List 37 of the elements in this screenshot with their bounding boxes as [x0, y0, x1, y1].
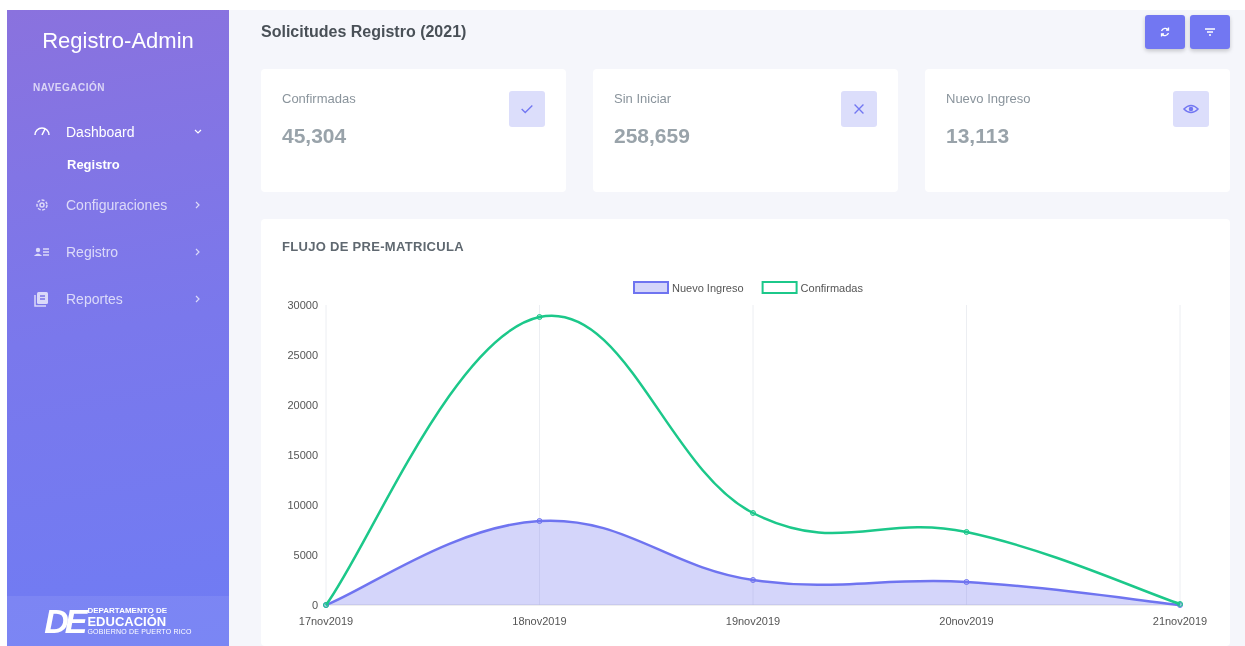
stat-label: Confirmadas: [282, 91, 357, 106]
stat-value: 45,304: [282, 124, 348, 148]
logo-text: EDUCACIÓN: [87, 615, 168, 628]
section-label: NAVEGACIÓN: [32, 80, 107, 95]
axis-tick-label: 21nov2019: [1152, 615, 1208, 627]
stat-label: Sin Iniciar: [614, 91, 673, 106]
logo-text: DEPARTAMENTO DE: [87, 607, 168, 615]
book-icon: [33, 289, 51, 308]
axis-tick-label: 30000: [287, 299, 318, 311]
nav-item[interactable]: Registro: [7, 228, 229, 275]
axis-tick-label: 19nov2019: [725, 615, 781, 627]
legend-swatch: [633, 281, 669, 294]
axis-tick-label: 20nov2019: [939, 615, 994, 627]
stat-value: 258,659: [614, 124, 691, 148]
nav-item[interactable]: Configuraciones: [7, 181, 229, 228]
nav-item[interactable]: Reportes: [7, 275, 229, 322]
refresh-icon: [1159, 26, 1171, 38]
legend-swatch: [761, 281, 798, 294]
axis-tick-label: 0: [311, 599, 318, 611]
axis-tick-label: 5000: [293, 549, 318, 561]
filter-icon: [1204, 27, 1216, 37]
brand-title: Registro-Admin: [41, 27, 195, 55]
legend-label: Confirmadas: [800, 282, 863, 294]
logo-mark: DE: [44, 604, 84, 638]
stat-value: 13,113: [946, 124, 1011, 148]
chart-title: FLUJO DE PRE-MATRICULA: [282, 239, 465, 254]
filter-button[interactable]: [1190, 15, 1230, 49]
refresh-button[interactable]: [1145, 15, 1185, 49]
axis-tick-label: 10000: [287, 499, 318, 511]
legend-label: Nuevo Ingreso: [672, 282, 744, 294]
axis-tick-label: 18nov2019: [512, 615, 567, 627]
page-title: Solicitudes Registro (2021): [261, 23, 468, 41]
axis-tick-label: 20000: [287, 399, 318, 411]
axis-tick-label: 25000: [287, 349, 318, 361]
stat-label: Nuevo Ingreso: [946, 91, 1032, 106]
axis-tick-label: 15000: [287, 449, 318, 461]
axis-tick-label: 17nov2019: [298, 615, 354, 627]
